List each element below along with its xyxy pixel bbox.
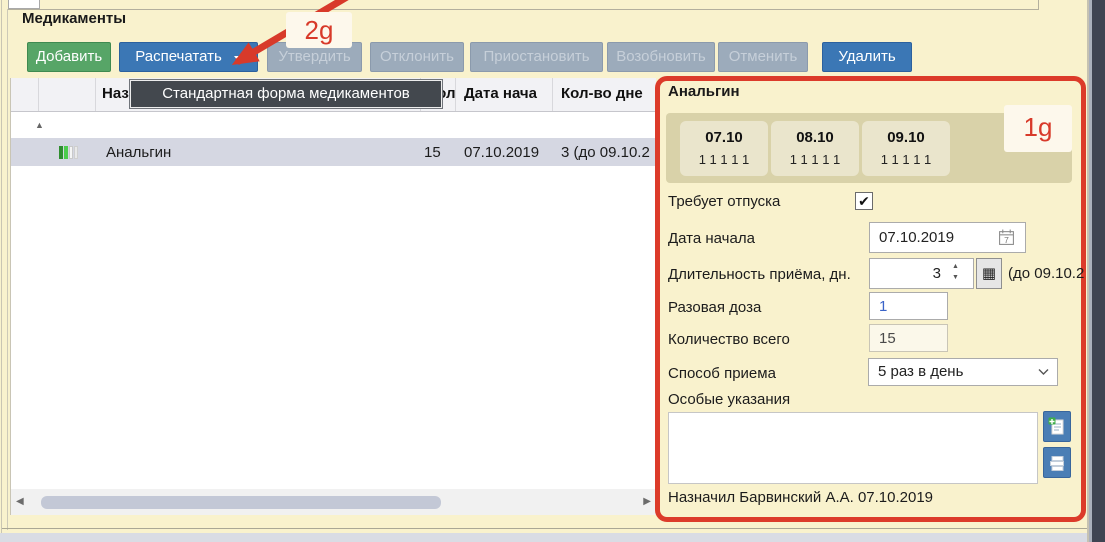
schedule-doses: 1 1 1 1 1 — [680, 152, 768, 167]
left-inner-border — [7, 9, 8, 530]
delete-button[interactable]: Удалить — [822, 42, 912, 72]
spin-up-icon[interactable]: ▲ — [952, 263, 959, 270]
medication-name-title: Анальгин — [668, 83, 740, 100]
suspend-button: Приостановить — [470, 42, 603, 72]
add-button[interactable]: Добавить — [27, 42, 111, 72]
special-notes-label: Особые указания — [668, 391, 790, 408]
notes-list-button[interactable] — [1043, 447, 1071, 478]
total-qty-label: Количество всего — [668, 331, 790, 348]
scroll-left-icon[interactable]: ◀ — [16, 496, 24, 507]
schedule-day-chip: 08.10 1 1 1 1 1 — [771, 121, 859, 176]
documents-stack-icon — [1048, 453, 1066, 473]
group-row: ▲ — [11, 112, 656, 138]
document-add-icon — [1048, 417, 1066, 437]
window-edge-strip — [1092, 0, 1105, 542]
medications-table: Наз Кол- Дата нача Кол-во дне ▲ Анальгин… — [10, 78, 655, 515]
schedule-grid-button[interactable]: ▦ — [976, 258, 1002, 289]
requires-dispense-checkbox[interactable]: ✔ — [855, 192, 873, 210]
chevron-down-icon — [1038, 368, 1049, 376]
schedule-day-chip: 07.10 1 1 1 1 1 — [680, 121, 768, 176]
schedule-date: 07.10 — [680, 129, 768, 146]
annotation-label-2g: 2g — [286, 12, 352, 48]
left-border — [1, 0, 2, 542]
duration-until-text: (до 09.10.201 — [1008, 265, 1084, 282]
scroll-corner-remnant — [8, 0, 40, 9]
print-dropdown-icon[interactable] — [234, 56, 242, 61]
schedule-doses: 1 1 1 1 1 — [862, 152, 950, 167]
column-start-date[interactable]: Дата нача — [456, 78, 553, 111]
collapse-group-icon[interactable]: ▲ — [35, 120, 44, 130]
scrollbar-thumb[interactable] — [41, 496, 441, 509]
prescriber-info: Назначил Барвинский А.А. 07.10.2019 — [668, 489, 933, 506]
single-dose-label: Разовая доза — [668, 299, 761, 316]
print-menu-tooltip[interactable]: Стандартная форма медикаментов — [130, 80, 442, 108]
add-note-template-button[interactable] — [1043, 411, 1071, 442]
scroll-right-icon[interactable]: ▶ — [643, 496, 651, 507]
single-dose-input[interactable] — [869, 292, 948, 320]
intake-method-select[interactable]: 5 раз в день — [868, 358, 1058, 386]
resume-button: Возобновить — [607, 42, 715, 72]
top-divider — [8, 9, 1038, 10]
total-qty-input — [869, 324, 948, 352]
start-date-label: Дата начала — [668, 230, 755, 247]
top-divider-end — [1038, 0, 1039, 10]
schedule-day-chip: 09.10 1 1 1 1 1 — [862, 121, 950, 176]
intake-method-label: Способ приема — [668, 365, 776, 382]
schedule-date: 09.10 — [862, 129, 950, 146]
spin-down-icon[interactable]: ▼ — [952, 274, 959, 281]
cell-name: Анальгин — [96, 144, 421, 161]
cell-qty: 15 — [421, 144, 456, 161]
schedule-date: 08.10 — [771, 129, 859, 146]
med-status-icon — [59, 146, 96, 159]
schedule-doses: 1 1 1 1 1 — [771, 152, 859, 167]
column-expander — [11, 78, 39, 111]
requires-dispense-label: Требует отпуска — [668, 193, 780, 210]
cell-days: 3 (до 09.10.2 — [553, 144, 656, 161]
print-button[interactable]: Распечатать — [119, 42, 258, 72]
medications-screen: Медикаменты Добавить Распечатать Утверди… — [0, 0, 1105, 542]
cell-start-date: 07.10.2019 — [456, 144, 553, 161]
horizontal-scrollbar[interactable]: ◀ ▶ — [11, 489, 656, 515]
calendar-icon[interactable]: 7 — [998, 229, 1015, 246]
column-days[interactable]: Кол-во дне — [553, 78, 656, 111]
svg-text:7: 7 — [1004, 235, 1009, 245]
reject-button: Отклонить — [370, 42, 464, 72]
column-status — [39, 78, 96, 111]
page-title: Медикаменты — [22, 10, 126, 27]
special-notes-textarea[interactable] — [668, 412, 1038, 484]
duration-spinner: ▲ ▼ — [949, 260, 965, 287]
table-row[interactable]: Анальгин 15 07.10.2019 3 (до 09.10.2 — [11, 138, 656, 166]
bottom-divider — [2, 528, 1088, 529]
bottom-next-section — [0, 533, 1092, 542]
duration-label: Длительность приёма, дн. — [668, 266, 851, 283]
annotation-label-1g: 1g — [1004, 105, 1072, 152]
cancel-button: Отменить — [718, 42, 808, 72]
